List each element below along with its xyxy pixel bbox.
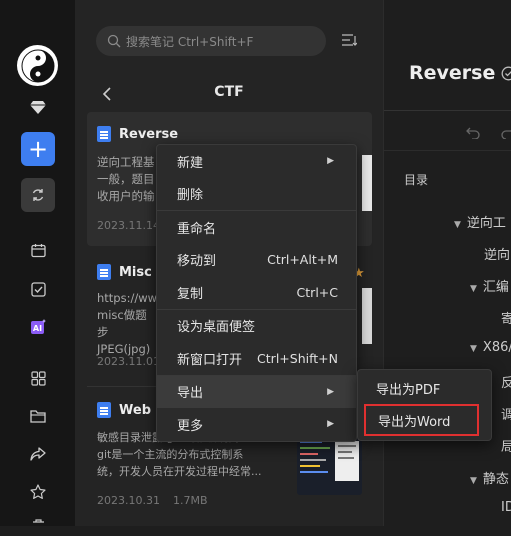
diamond-icon[interactable]: [27, 96, 49, 118]
note-date: 2023.10.31: [97, 494, 160, 507]
left-rail: + AI: [0, 0, 75, 526]
redo-icon[interactable]: [501, 124, 511, 143]
note-thumbnail: [297, 435, 362, 495]
note-date: 2023.11.14: [97, 219, 160, 232]
sort-icon[interactable]: [341, 32, 358, 52]
note-thumbnail: [362, 155, 372, 211]
note-title: Reverse: [119, 126, 179, 142]
share-icon[interactable]: [27, 443, 49, 465]
document-icon: [97, 264, 111, 280]
menu-item-delete[interactable]: 删除: [157, 178, 356, 211]
note-title: Misc: [119, 264, 152, 280]
search-placeholder[interactable]: 搜索笔记 Ctrl+Shift+F: [126, 33, 253, 50]
toc-label: 目录: [404, 173, 429, 187]
checkbox-icon[interactable]: [27, 278, 49, 300]
toc-item[interactable]: 寄: [501, 308, 511, 327]
document-icon: [97, 402, 111, 418]
folder-title: CTF: [214, 84, 244, 100]
toc-item[interactable]: 调: [501, 404, 511, 423]
search-box[interactable]: 搜索笔记 Ctrl+Shift+F: [96, 26, 326, 56]
star-icon[interactable]: [27, 481, 49, 503]
menu-item-new[interactable]: 新建 ▶: [157, 145, 356, 178]
note-snippet: https://ww misc做题步 JPEG(jpg): [97, 291, 158, 356]
menu-item-export[interactable]: 导出 ▶: [157, 375, 356, 408]
toc-item[interactable]: ▼ 静态: [470, 468, 509, 487]
toc-item[interactable]: 反: [501, 372, 511, 391]
avatar[interactable]: [17, 45, 58, 86]
ai-icon[interactable]: AI: [27, 316, 49, 338]
chevron-right-icon: ▶: [327, 156, 334, 167]
menu-item-open-new-window[interactable]: 新窗口打开 Ctrl+Shift+N: [157, 342, 356, 375]
shortcut-label: Ctrl+Shift+N: [257, 350, 338, 366]
svg-text:AI: AI: [33, 324, 42, 333]
note-title: Web: [119, 402, 151, 418]
note-snippet: 逆向工程基 一般，题目 收用户的输: [97, 155, 155, 203]
export-word-item[interactable]: 导出为Word: [364, 404, 479, 436]
chevron-right-icon: ▶: [327, 419, 334, 430]
toc-item[interactable]: ▼ X86/: [470, 340, 511, 355]
sync-button[interactable]: [21, 178, 55, 212]
search-icon: [107, 34, 121, 48]
editor-title: Reverse: [409, 62, 496, 84]
toc-item[interactable]: ▼ 汇编: [470, 276, 509, 295]
document-icon: [97, 126, 111, 142]
context-menu: 新建 ▶ 删除 重命名 移动到 Ctrl+Alt+M 复制 Ctrl+C 设为桌面便签…: [156, 144, 357, 442]
toc-item[interactable]: ID: [501, 500, 511, 515]
sync-icon: [32, 189, 44, 201]
note-date: 2023.11.01: [97, 355, 160, 368]
menu-item-copy[interactable]: 复制 Ctrl+C: [157, 276, 356, 309]
export-pdf-item[interactable]: 导出为PDF: [358, 372, 491, 404]
menu-item-move[interactable]: 移动到 Ctrl+Alt+M: [157, 244, 356, 277]
trash-icon[interactable]: [27, 514, 49, 536]
undo-icon[interactable]: [466, 124, 480, 143]
note-size: 1.7MB: [173, 494, 208, 507]
toc-item[interactable]: ▼ 逆向工: [454, 212, 506, 231]
shortcut-label: Ctrl+C: [296, 284, 338, 300]
chevron-right-icon: ▶: [327, 386, 334, 397]
grid-icon[interactable]: [27, 367, 49, 389]
menu-item-more[interactable]: 更多 ▶: [157, 408, 356, 441]
editor-panel: Reverse 目录 ▼ 逆向工 逆向 ▼ 汇编 寄 ▼ X86/ 反 调 局 ▼ 静态…: [383, 0, 511, 526]
add-note-button[interactable]: +: [21, 132, 55, 166]
calendar-icon[interactable]: [27, 239, 49, 261]
toc-item[interactable]: 逆向: [484, 244, 510, 263]
note-thumbnail: [362, 288, 372, 344]
yin-yang-icon: [21, 49, 54, 82]
check-circle-icon: [501, 66, 511, 80]
folder-icon[interactable]: [27, 405, 49, 427]
menu-item-desktop-sticky[interactable]: 设为桌面便签: [157, 310, 356, 343]
shortcut-label: Ctrl+Alt+M: [267, 252, 338, 268]
export-submenu: 导出为PDF 导出为Word: [357, 369, 492, 441]
menu-item-rename[interactable]: 重命名: [157, 211, 356, 244]
toc-item[interactable]: 局: [501, 436, 511, 455]
